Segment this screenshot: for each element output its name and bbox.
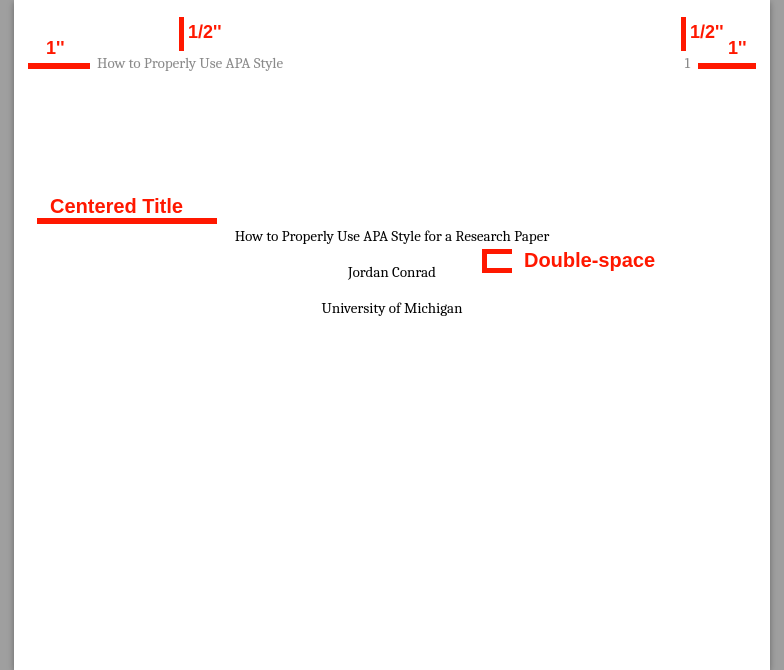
annotation-right-half-line — [681, 17, 686, 51]
annotation-left-margin-label: 1'' — [46, 38, 65, 59]
annotation-left-half-line — [179, 17, 184, 51]
annotation-left-half-label: 1/2'' — [188, 22, 222, 43]
paper-author: Jordan Conrad — [14, 254, 770, 290]
annotation-centered-title-label: Centered Title — [50, 196, 183, 219]
annotation-centered-title-line — [37, 218, 217, 224]
annotation-double-space-bracket — [482, 249, 512, 273]
paper-affiliation: University of Michigan — [14, 290, 770, 326]
annotation-right-half-label: 1/2'' — [690, 22, 724, 43]
running-head: How to Properly Use APA Style — [97, 54, 283, 72]
document-page: How to Properly Use APA Style 1 How to P… — [14, 0, 770, 670]
annotation-double-space-label: Double-space — [524, 250, 655, 273]
page-number: 1 — [685, 54, 690, 72]
title-block: How to Properly Use APA Style for a Rese… — [14, 218, 770, 326]
annotation-right-margin-line — [698, 63, 756, 69]
annotation-left-margin-line — [28, 63, 90, 69]
annotation-right-margin-label: 1'' — [728, 38, 747, 59]
